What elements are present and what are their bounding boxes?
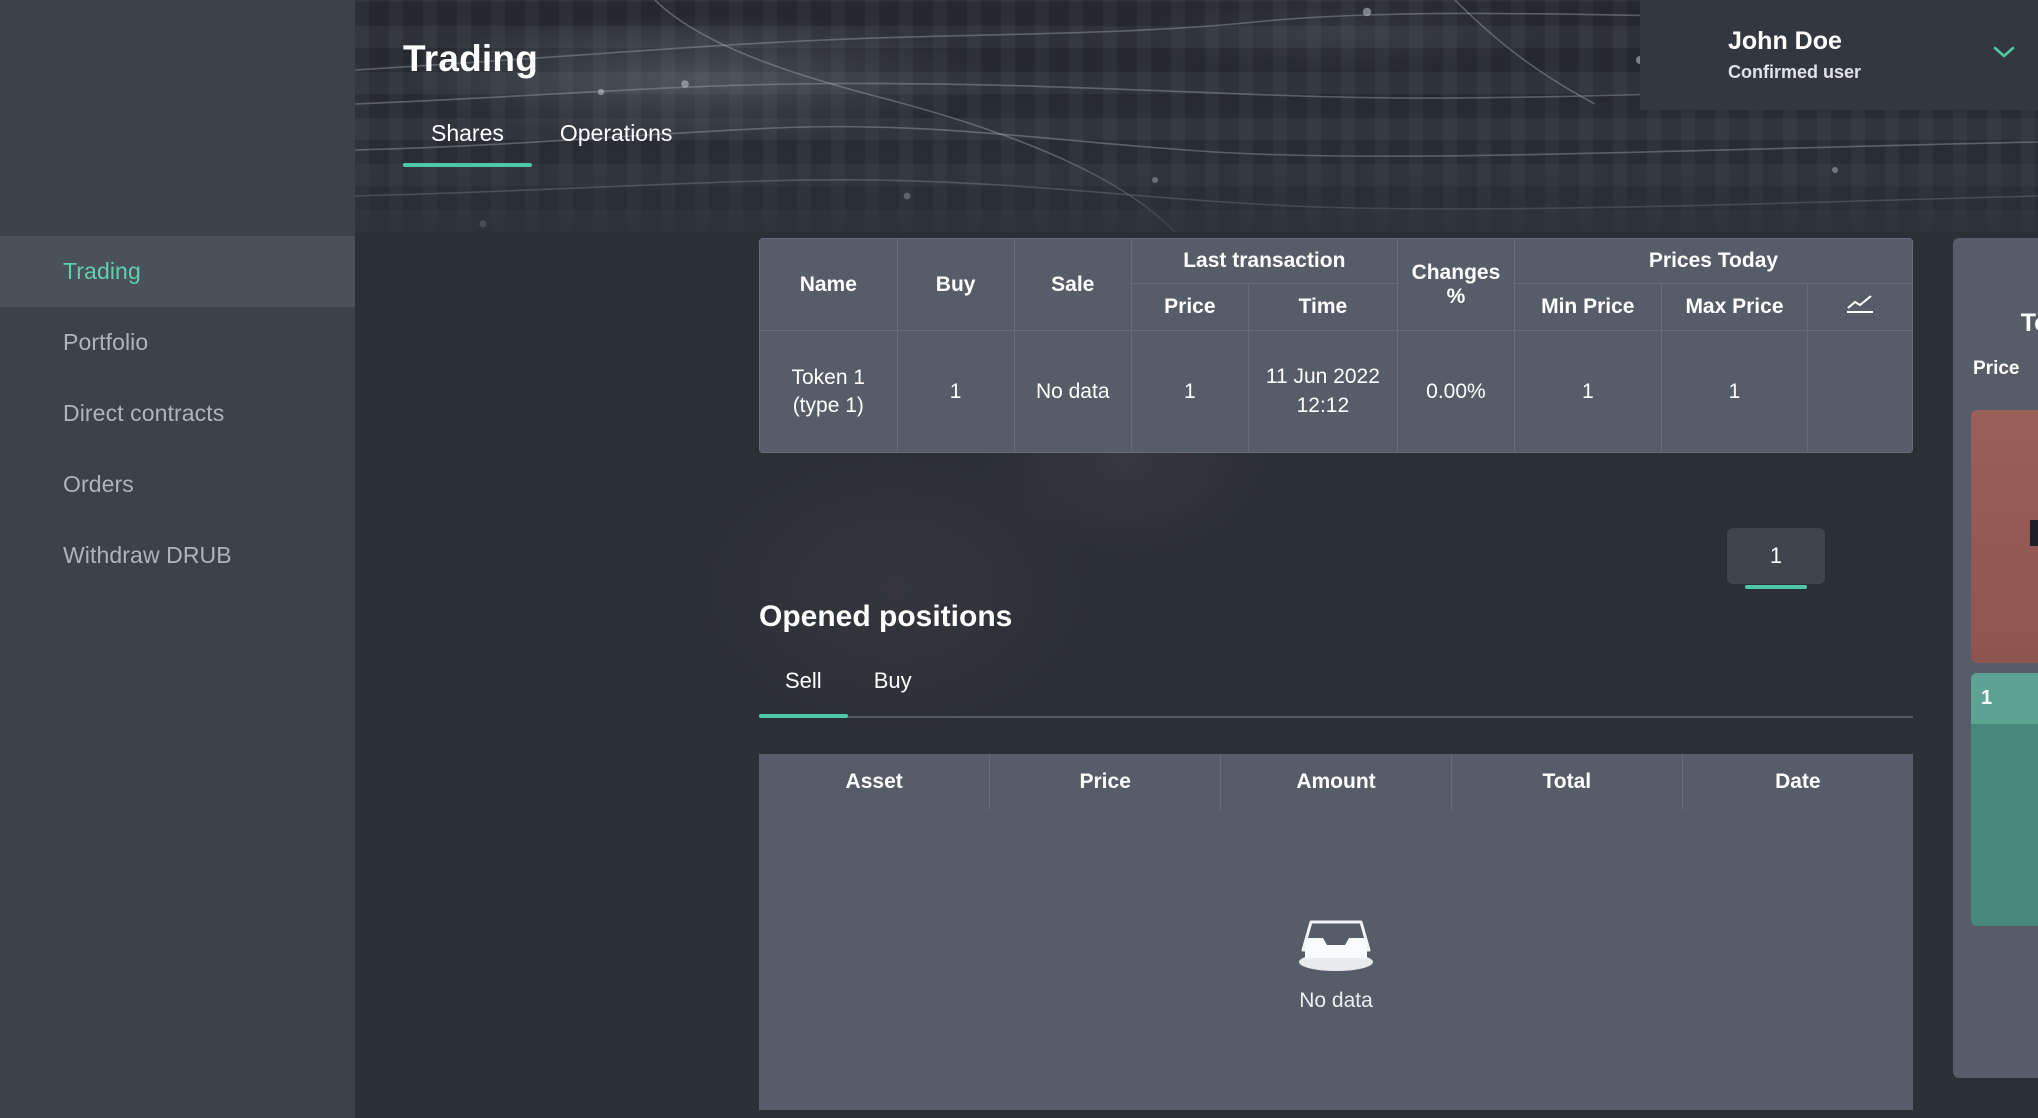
tab-buy[interactable]: Buy (848, 668, 938, 716)
tab-label: Buy (873, 668, 912, 693)
ordersbook-title: Ordersbook (1971, 260, 2038, 291)
ordersbook-instrument-label: Token 1 (type 1) (2020, 309, 2038, 337)
tab-sell[interactable]: Sell (759, 668, 848, 718)
cell-max-price: 1 (1660, 330, 1809, 453)
cell-chart[interactable] (1807, 330, 1913, 453)
col-name[interactable]: Name (759, 238, 898, 331)
sidebar: Trading Portfolio Direct contracts Order… (0, 0, 355, 1118)
col-group-last-transaction: Last transaction (1130, 238, 1398, 284)
col-buy[interactable]: Buy (896, 238, 1015, 331)
bid-price: 1 (1981, 687, 1993, 709)
market-table-body: Token 1 (type 1) 1 No data 1 11 Jun 2022… (759, 330, 1913, 453)
section-title-opened-positions: Opened positions (759, 600, 1013, 633)
page-title: Trading (403, 38, 539, 79)
pagination-label: 1 (1769, 543, 1783, 568)
market-table-head: Name Buy Sale Last transaction Changes %… (759, 238, 1913, 331)
positions-header-row: Asset Price Amount Total Date (759, 754, 1913, 810)
sidebar-item-label: Direct contracts (63, 400, 225, 426)
table-row[interactable]: Token 1 (type 1) 1 No data 1 11 Jun 2022… (759, 330, 1913, 453)
ordersbook-panel: Ordersbook Token 1 (type 1) Pr (1953, 238, 2038, 1078)
market-table: Name Buy Sale Last transaction Changes %… (759, 238, 1913, 453)
sidebar-logo-area (0, 0, 355, 236)
positions-empty-cell: No data (759, 810, 1913, 1110)
market-table-header-row-1: Name Buy Sale Last transaction Changes %… (759, 238, 1913, 331)
tab-operations[interactable]: Operations (532, 120, 701, 167)
ordersbook-asks-section: No data (1971, 410, 2038, 663)
col-last-time[interactable]: Time (1247, 283, 1398, 331)
col-price[interactable]: Price (989, 754, 1222, 810)
col-total[interactable]: Total (1451, 754, 1683, 810)
cell-name: Token 1 (type 1) (759, 330, 898, 453)
sidebar-item-label: Trading (63, 258, 141, 284)
col-amount[interactable]: Amount (1220, 754, 1452, 810)
sidebar-item-orders[interactable]: Orders (0, 449, 355, 520)
user-info: John Doe Confirmed user (1728, 27, 1861, 83)
tab-label: Shares (431, 120, 504, 146)
main-content: Trading Shares Operations Name Buy Sale … (355, 0, 2038, 1118)
col-min-price[interactable]: Min Price (1513, 283, 1662, 331)
col-chart[interactable] (1807, 283, 1913, 331)
col-date[interactable]: Date (1682, 754, 1913, 810)
cell-buy: 1 (896, 330, 1015, 453)
pagination-page-1[interactable]: 1 (1727, 528, 1825, 589)
tab-label: Sell (785, 668, 822, 693)
sidebar-item-withdraw-drub[interactable]: Withdraw DRUB (0, 520, 355, 591)
ordersbook-instrument: Token 1 (type 1) (1971, 305, 2038, 342)
tab-shares[interactable]: Shares (403, 120, 532, 167)
chevron-down-icon[interactable] (1992, 44, 2016, 65)
cell-last-time: 11 Jun 2022 12:12 (1247, 330, 1398, 453)
sidebar-item-label: Orders (63, 471, 134, 497)
user-status: Confirmed user (1728, 62, 1862, 82)
user-profile-menu[interactable]: John Doe Confirmed user (1640, 0, 2038, 110)
app-root: Trading Portfolio Direct contracts Order… (0, 0, 2038, 1118)
col-changes-percent[interactable]: Changes % (1396, 238, 1515, 331)
positions-table: Asset Price Amount Total Date No data (759, 754, 1913, 1110)
sidebar-item-portfolio[interactable]: Portfolio (0, 307, 355, 378)
col-asset[interactable]: Asset (759, 754, 991, 810)
col-max-price[interactable]: Max Price (1660, 283, 1809, 331)
positions-tabs: Sell Buy (759, 668, 1913, 718)
positions-table-head: Asset Price Amount Total Date (759, 754, 1913, 810)
scroll-indicator (2030, 520, 2038, 546)
col-sale[interactable]: Sale (1013, 238, 1132, 331)
col-last-price[interactable]: Price (1130, 283, 1249, 331)
tab-label: Operations (559, 120, 673, 146)
positions-table-body: No data (759, 810, 1913, 1110)
user-name: John Doe (1728, 27, 1842, 55)
ordersbook-bids-section: 1 2 2 (1971, 673, 2038, 926)
cell-min-price: 1 (1513, 330, 1662, 453)
cell-changes: 0.00% (1396, 330, 1515, 453)
sidebar-item-label: Portfolio (63, 329, 149, 355)
empty-state-label: No data (1299, 988, 1373, 1012)
empty-inbox-icon (1297, 920, 1375, 978)
list-item[interactable]: 1 2 2 (1971, 673, 2038, 724)
cell-last-price: 1 (1130, 330, 1249, 453)
ob-col-price: Price (1973, 358, 2020, 379)
sidebar-item-trading[interactable]: Trading (0, 236, 355, 307)
ordersbook-column-headers: Price Volume Own volume Total (1971, 358, 2038, 410)
positions-empty-row: No data (759, 810, 1913, 1110)
sidebar-item-direct-contracts[interactable]: Direct contracts (0, 378, 355, 449)
main-tabs: Shares Operations (403, 120, 700, 167)
col-group-prices-today: Prices Today (1513, 238, 1913, 284)
cell-sale: No data (1013, 330, 1132, 453)
sidebar-item-label: Withdraw DRUB (63, 542, 232, 568)
chart-icon (1845, 295, 1875, 319)
